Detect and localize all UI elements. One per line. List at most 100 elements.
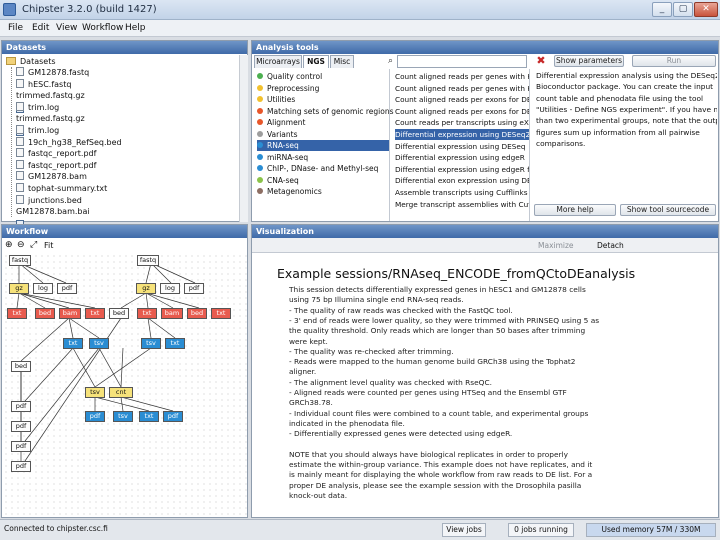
category-list: Quality control Preprocessing Utilities Mat… — [254, 69, 393, 221]
tool-item[interactable]: Differential exon expression using DEXSe… — [395, 175, 529, 186]
workflow-node[interactable]: bed — [11, 361, 31, 372]
tool-search-input[interactable] — [397, 55, 527, 68]
tool-item[interactable]: Count aligned reads per genes with HTSeq… — [395, 83, 529, 94]
tool-item[interactable]: Count aligned reads per exons for DEXSeq — [395, 94, 529, 105]
workflow-node[interactable]: pdf — [11, 401, 31, 412]
workflow-node[interactable]: pdf — [11, 441, 31, 452]
tool-item[interactable]: Differential expression using DESeq — [395, 141, 529, 152]
workflow-node[interactable]: cnt — [109, 387, 133, 398]
workflow-node[interactable]: tsv — [89, 338, 109, 349]
close-button[interactable]: ✕ — [694, 2, 718, 17]
visualization-toolbar: Maximize Detach — [252, 238, 718, 253]
menu-view[interactable]: View — [56, 23, 77, 33]
tool-item[interactable]: Assemble transcripts using Cufflinks — [395, 187, 529, 198]
dataset-item[interactable]: junctions.bed — [16, 194, 82, 206]
datasets-root[interactable]: Datasets — [6, 56, 56, 67]
view-jobs-button[interactable]: View jobs — [442, 523, 486, 537]
workflow-node[interactable]: fastq — [137, 255, 159, 266]
tab-ngs[interactable]: NGS — [303, 55, 329, 68]
category-item[interactable]: Metagenomics — [257, 186, 389, 197]
search-icon[interactable]: ⌕ — [388, 55, 395, 68]
dataset-item[interactable]: trimmed.fastq.gz — [16, 90, 85, 114]
detach-button[interactable]: Detach — [597, 240, 639, 251]
fit-icon[interactable]: ⤢ — [30, 240, 37, 250]
category-item[interactable]: RNA-seq — [257, 140, 389, 151]
zoom-in-icon[interactable]: ⊕ — [5, 240, 13, 250]
workflow-node[interactable]: pdf — [11, 421, 31, 432]
workflow-node[interactable]: bam — [59, 308, 81, 319]
workflow-node[interactable]: log — [33, 283, 53, 294]
jobs-running-status: 0 jobs running — [508, 523, 574, 537]
workflow-node[interactable]: bed — [109, 308, 129, 319]
workflow-node[interactable]: tsv — [141, 338, 161, 349]
workflow-node[interactable]: txt — [7, 308, 27, 319]
close-parameters-icon[interactable]: ✖ — [534, 55, 548, 68]
category-item[interactable]: Alignment — [257, 117, 389, 128]
tool-item[interactable]: Count reads per transcripts using eXpres… — [395, 117, 529, 128]
show-parameters-button[interactable]: Show parameters — [554, 55, 624, 67]
category-item[interactable]: Utilities — [257, 94, 389, 105]
workflow-node[interactable]: pdf — [85, 411, 105, 422]
tool-item[interactable]: Count aligned reads per exons for DEXSeq… — [395, 106, 529, 117]
workflow-node[interactable]: txt — [85, 308, 105, 319]
run-button[interactable]: Run — [632, 55, 716, 67]
workflow-node[interactable]: pdf — [163, 411, 183, 422]
tool-item[interactable]: Merge transcript assemblies with Cuffmer… — [395, 199, 529, 210]
dataset-item[interactable]: hESC.fastq — [16, 78, 71, 90]
workflow-node[interactable]: pdf — [57, 283, 77, 294]
workflow-node[interactable]: txt — [139, 411, 159, 422]
workflow-node[interactable]: tsv — [113, 411, 133, 422]
workflow-panel: Workflow ⊕ ⊖ ⤢ Fit fastq fastq gz log pd… — [1, 224, 248, 518]
dataset-item[interactable]: trim.log — [16, 125, 59, 136]
minimize-button[interactable]: _ — [652, 2, 672, 17]
datasets-scrollbar[interactable] — [239, 55, 248, 222]
dataset-item[interactable]: tophat-summary.txt — [16, 183, 107, 194]
workflow-node[interactable]: fastq — [9, 255, 31, 266]
workflow-node[interactable]: txt — [137, 308, 157, 319]
category-item[interactable]: Preprocessing — [257, 83, 389, 94]
category-item[interactable]: miRNA-seq — [257, 152, 389, 163]
menu-help[interactable]: Help — [125, 23, 146, 33]
maximize-button[interactable]: ▢ — [673, 2, 693, 17]
workflow-node[interactable]: bed — [35, 308, 55, 319]
dataset-item[interactable]: fastqc_report.pdf — [16, 159, 96, 171]
category-item[interactable]: CNA-seq — [257, 175, 389, 186]
category-item[interactable]: Matching sets of genomic regions — [257, 106, 393, 117]
menu-edit[interactable]: Edit — [32, 23, 49, 33]
dataset-item[interactable]: 19ch_hg38_RefSeq.bed — [16, 136, 122, 148]
dataset-item[interactable]: fastqc_report.pdf — [16, 148, 96, 159]
file-icon — [16, 136, 24, 146]
workflow-node[interactable]: pdf — [184, 283, 204, 294]
dataset-item[interactable]: GM12878.bam.bai — [16, 206, 90, 230]
workflow-node[interactable]: gz — [9, 283, 29, 294]
menu-workflow[interactable]: Workflow — [82, 23, 123, 33]
workflow-node[interactable]: txt — [211, 308, 231, 319]
tool-item[interactable]: Differential expression using edgeR for … — [395, 164, 529, 175]
dataset-item[interactable]: trimmed.fastq.gz — [16, 113, 85, 137]
dataset-item[interactable]: GM12878.bam — [16, 171, 87, 182]
category-item[interactable]: Variants — [257, 129, 389, 140]
category-item[interactable]: Quality control — [257, 71, 389, 82]
tool-item[interactable]: Differential expression using edgeR — [395, 152, 529, 163]
dataset-item[interactable]: trim.log — [16, 101, 59, 113]
more-help-button[interactable]: More help — [534, 204, 616, 216]
tab-misc[interactable]: Misc — [330, 55, 354, 68]
workflow-node[interactable]: pdf — [11, 461, 31, 472]
zoom-out-icon[interactable]: ⊖ — [17, 240, 25, 250]
workflow-node[interactable]: txt — [63, 338, 83, 349]
workflow-node[interactable]: tsv — [85, 387, 105, 398]
menu-file[interactable]: File — [8, 23, 23, 33]
workflow-node[interactable]: txt — [165, 338, 185, 349]
tool-item[interactable]: Differential expression using DESeq2 — [395, 129, 529, 140]
category-item[interactable]: ChIP-, DNase- and Methyl-seq — [257, 163, 389, 174]
workflow-node[interactable]: gz — [136, 283, 156, 294]
workflow-canvas[interactable]: fastq fastq gz log pdf gz log pdf txt be… — [3, 253, 247, 515]
tab-microarrays[interactable]: Microarrays — [254, 55, 302, 68]
tool-item[interactable]: Count aligned reads per genes with HTSeq — [395, 71, 529, 82]
dataset-item[interactable]: GM12878.fastq — [16, 67, 89, 78]
workflow-node[interactable]: bed — [187, 308, 207, 319]
show-sourcecode-button[interactable]: Show tool sourcecode — [620, 204, 716, 216]
maximize-button[interactable]: Maximize — [538, 240, 590, 251]
workflow-node[interactable]: bam — [161, 308, 183, 319]
workflow-node[interactable]: log — [160, 283, 180, 294]
